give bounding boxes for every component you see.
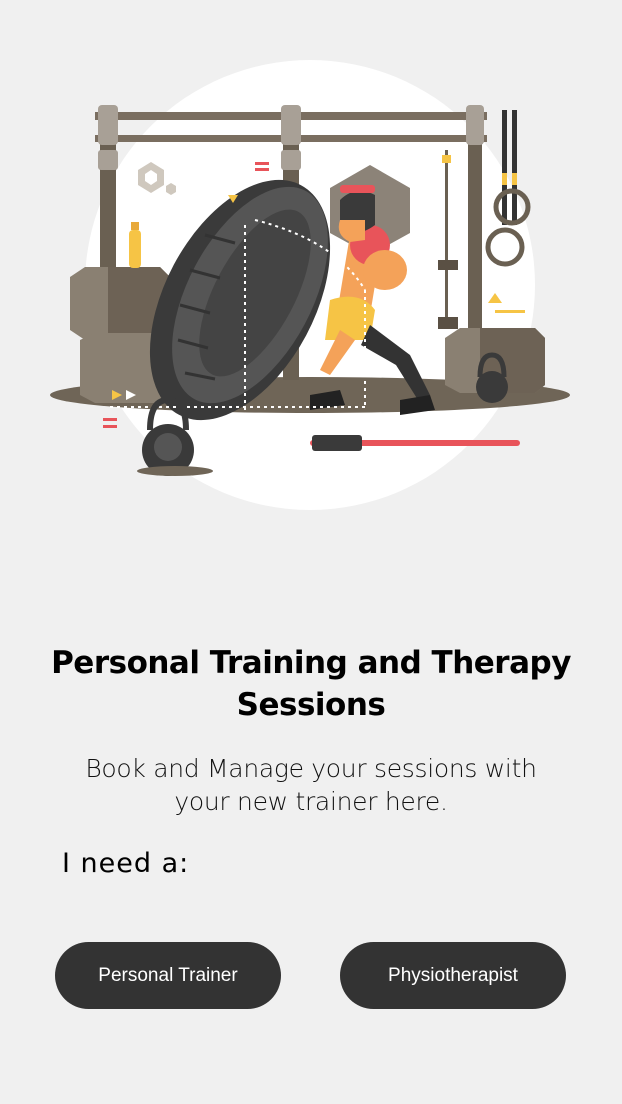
gym-illustration: [50, 60, 570, 510]
page-title: Personal Training and Therapy Sessions: [51, 645, 571, 723]
physiotherapist-button[interactable]: Physiotherapist: [340, 942, 566, 1009]
physiotherapist-button-label: Physiotherapist: [388, 964, 518, 986]
need-label: I need a:: [62, 848, 190, 879]
personal-trainer-button-label: Personal Trainer: [98, 964, 238, 986]
page-subtitle: Book and Manage your sessions with your …: [85, 754, 537, 816]
personal-trainer-button[interactable]: Personal Trainer: [55, 942, 281, 1009]
onboarding-screen: Personal Training and Therapy Sessions B…: [0, 0, 622, 1104]
